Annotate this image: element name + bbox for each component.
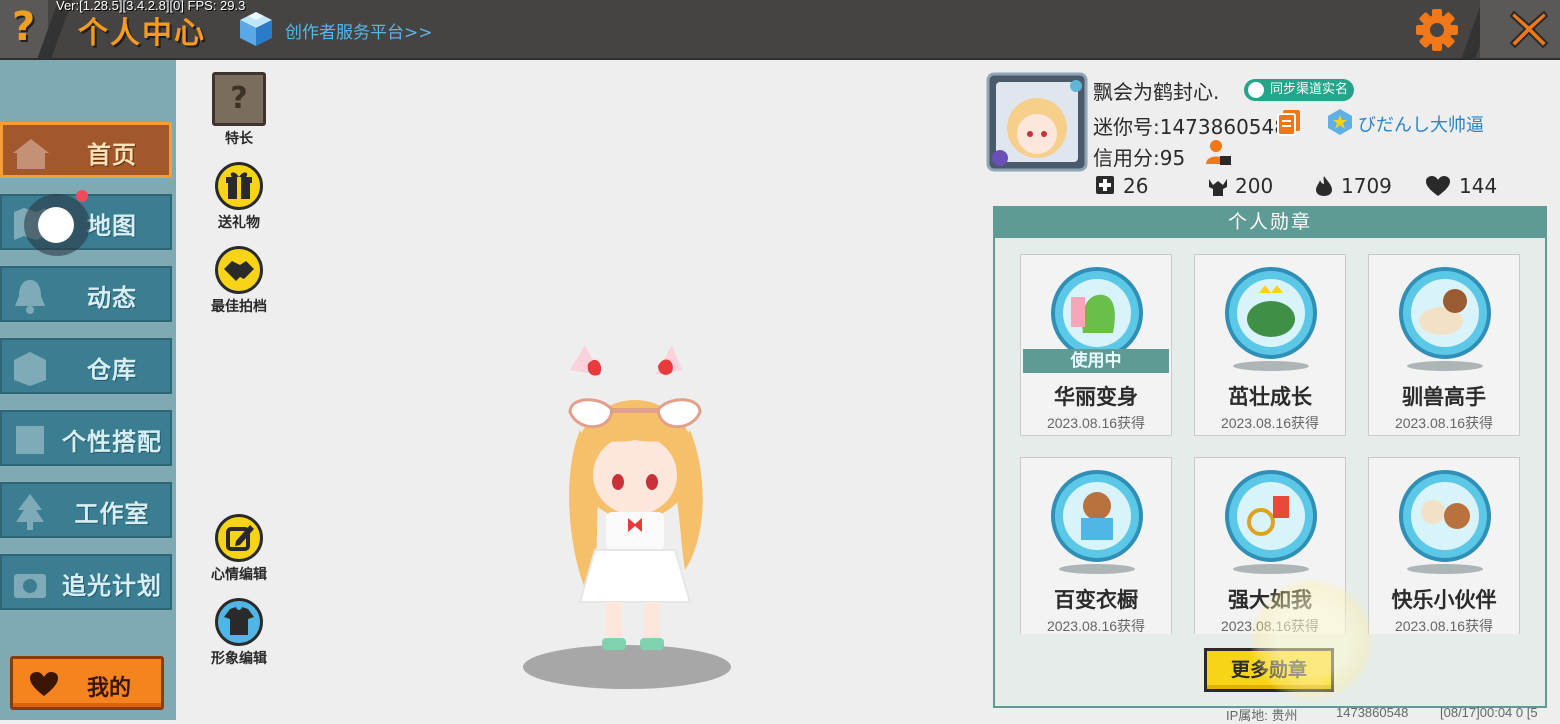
page-title: 个人中心 [78, 16, 206, 51]
question-box-icon: ? [212, 72, 266, 126]
medal-name: 华丽变身 [1054, 385, 1138, 409]
medal-card[interactable]: 驯兽高手 2023.08.16获得 [1368, 254, 1520, 436]
ip-location: IP属地: 贵州 [1226, 708, 1298, 723]
stat-add-value: 26 [1123, 174, 1149, 198]
heart-icon [1426, 176, 1450, 196]
medal-card[interactable]: 茁壮成长 2023.08.16获得 [1194, 254, 1346, 436]
medal-card[interactable]: 快乐小伙伴 2023.08.16获得 [1368, 457, 1520, 634]
medal-pedestal [1407, 361, 1483, 371]
sidebar-item-outfit[interactable]: 个性搭配 [0, 410, 172, 466]
edit-icon [215, 514, 263, 562]
heart-icon [30, 672, 58, 696]
medal-pedestal [1059, 564, 1135, 574]
medal-pedestal [1407, 564, 1483, 574]
medal-grid[interactable]: 使用中 华丽变身 2023.08.16获得 茁壮成长 2023.08.16获得 … [1006, 246, 1536, 634]
mini-id: 迷你号:1473860548 [1093, 115, 1287, 139]
notification-dot [76, 190, 88, 202]
camera-icon [14, 574, 46, 598]
creator-cube-icon[interactable] [238, 10, 274, 48]
avatar-character[interactable] [540, 340, 730, 670]
handshake-icon [215, 246, 263, 294]
credit-score: 信用分:95 [1093, 146, 1186, 170]
sidebar-item-label: 个性搭配 [62, 428, 162, 456]
medal-name: 快乐小伙伴 [1391, 588, 1497, 612]
sidebar-item-label: 首页 [87, 141, 137, 169]
add-friend-icon [1096, 176, 1114, 194]
medal-date: 2023.08.16获得 [1394, 415, 1494, 431]
footer-timestamp: [08/17]00:04 0 [5 [1440, 705, 1538, 720]
medal-pedestal [1233, 564, 1309, 574]
medal-icon [1399, 470, 1491, 562]
fans-icon [1209, 179, 1227, 196]
mood-edit-label: 心情编辑 [211, 567, 267, 583]
realname-badge-label: 同步渠道实名 [1270, 82, 1349, 97]
box-icon [14, 352, 46, 386]
send-gift-label: 送礼物 [218, 215, 260, 231]
sidebar-item-chase-light[interactable]: 追光计划 [0, 554, 172, 610]
bell-icon [15, 280, 45, 314]
sidebar-item-studio[interactable]: 工作室 [0, 482, 172, 538]
floating-assistant-ball[interactable] [24, 194, 90, 256]
medal-name: 百变衣橱 [1054, 588, 1138, 612]
medal-date: 2023.08.16获得 [1046, 618, 1146, 634]
sidebar-item-home[interactable]: 首页 [0, 122, 172, 178]
medal-icon [1399, 267, 1491, 359]
stat-fans-value: 200 [1235, 174, 1274, 198]
copy-icon[interactable] [1276, 108, 1302, 136]
team-badge-icon [1328, 109, 1352, 135]
in-use-badge: 使用中 [1023, 349, 1169, 373]
version-fps-readout: Ver:[1.28.5][3.4.2.8][0] FPS: 29.3 [56, 0, 246, 13]
mine-label: 我的 [87, 676, 132, 701]
specialty-label: 特长 [225, 131, 253, 147]
outfit-icon [16, 426, 44, 454]
house-icon [13, 139, 49, 169]
sidebar-item-label: 工作室 [74, 500, 150, 528]
sidebar-item-label: 动态 [87, 284, 137, 312]
best-partner-label: 最佳拍档 [211, 299, 267, 315]
realname-badge[interactable]: 同步渠道实名 [1244, 79, 1355, 101]
medal-pedestal [1233, 361, 1309, 371]
send-gift-button[interactable]: 送礼物 [204, 162, 274, 232]
gift-icon [215, 162, 263, 210]
sidebar-item-warehouse[interactable]: 仓库 [0, 338, 172, 394]
question-mark-icon: ? [12, 4, 36, 50]
medal-date: 2023.08.16获得 [1220, 415, 1320, 431]
flame-icon [1316, 176, 1332, 196]
image-edit-button[interactable]: 形象编辑 [204, 598, 274, 668]
medal-date: 2023.08.16获得 [1046, 415, 1146, 431]
nickname: 飘会为鹤封心. [1093, 80, 1220, 104]
medal-card[interactable]: 百变衣橱 2023.08.16获得 [1020, 457, 1172, 634]
medal-icon [1225, 267, 1317, 359]
mine-button[interactable]: 我的 [10, 656, 164, 710]
credit-person-icon[interactable] [1204, 138, 1232, 166]
gear-icon[interactable] [1412, 6, 1462, 54]
footer-user-id: 1473860548 [1336, 705, 1409, 720]
best-partner-button[interactable]: 最佳拍档 [204, 246, 274, 316]
user-check-icon [1248, 82, 1264, 98]
medal-name: 茁壮成长 [1228, 385, 1312, 409]
touch-highlight [1250, 578, 1374, 702]
mood-edit-button[interactable]: 心情编辑 [204, 514, 274, 584]
medal-icon [1051, 267, 1143, 359]
sidebar-item-label: 追光计划 [62, 572, 162, 600]
medal-panel-title: 个人勋章 [993, 206, 1547, 238]
team-name-link[interactable]: びだんし大帅逼 [1358, 111, 1484, 137]
medal-date: 2023.08.16获得 [1394, 618, 1494, 634]
stat-likes-value: 144 [1459, 174, 1498, 198]
medal-icon [1225, 470, 1317, 562]
close-icon[interactable] [1508, 8, 1550, 50]
medal-name: 驯兽高手 [1402, 385, 1486, 409]
stat-heat-value: 1709 [1341, 174, 1392, 198]
specialty-button[interactable]: ? 特长 [204, 72, 274, 148]
image-edit-label: 形象编辑 [211, 651, 267, 667]
creator-platform-link[interactable]: 创作者服务平台>> [285, 18, 433, 43]
clothing-icon [215, 598, 263, 646]
medal-icon [1051, 470, 1143, 562]
avatar[interactable] [986, 72, 1088, 172]
tree-icon [16, 494, 44, 530]
sidebar-item-label: 仓库 [87, 356, 137, 384]
sidebar-item-feed[interactable]: 动态 [0, 266, 172, 322]
medal-card[interactable]: 使用中 华丽变身 2023.08.16获得 [1020, 254, 1172, 436]
